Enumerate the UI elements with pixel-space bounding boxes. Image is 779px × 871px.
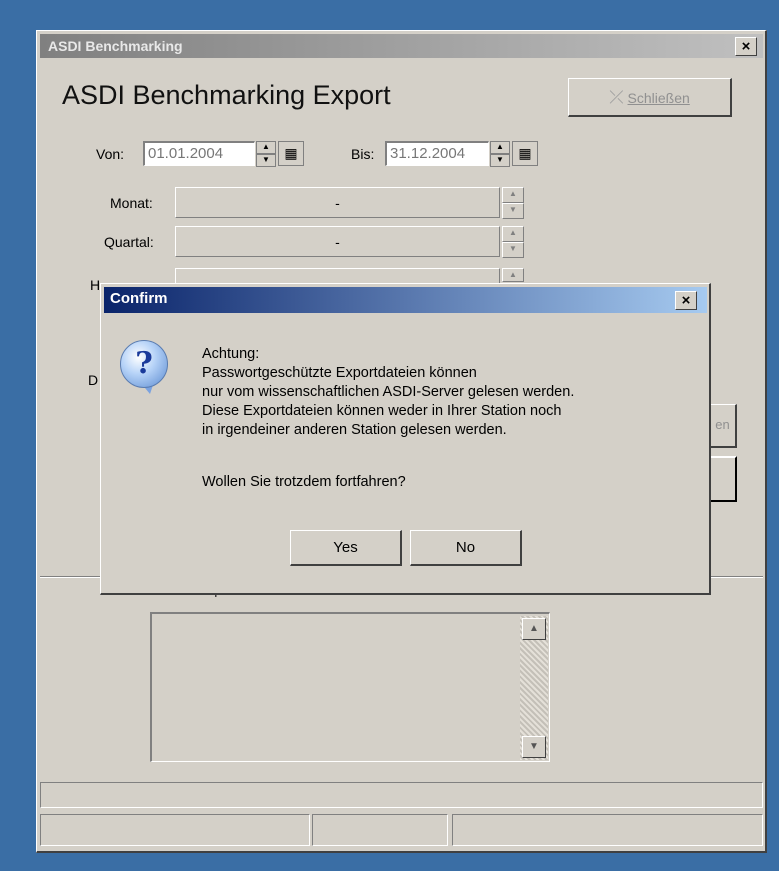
calendar-icon[interactable]: ▦ — [512, 141, 538, 166]
no-button[interactable]: No — [410, 530, 522, 566]
schliessen-button[interactable]: ⤫ Schließen — [568, 78, 732, 117]
message-line-1: Achtung: — [202, 346, 260, 362]
scroll-up-icon[interactable]: ▲ — [522, 618, 546, 640]
confirm-question: Wollen Sie trotzdem fortfahren? — [202, 474, 406, 490]
message-line-3: nur vom wissenschaftlichen ASDI-Server g… — [202, 384, 575, 400]
from-date-spinner[interactable]: ▲ ▼ — [256, 141, 276, 167]
to-label: Bis: — [351, 146, 375, 162]
month-label: Monat: — [110, 195, 153, 211]
month-spinner[interactable]: ▲ ▼ — [502, 187, 524, 219]
partial-right-button-2[interactable] — [709, 456, 737, 502]
page-title: ASDI Benchmarking Export — [62, 80, 391, 110]
main-close-icon[interactable]: × — [735, 37, 757, 56]
half-year-spinner[interactable]: ▲ — [502, 268, 524, 284]
status-bar-top — [40, 782, 763, 808]
quarter-spinner[interactable]: ▲ ▼ — [502, 226, 524, 258]
quarter-label: Quartal: — [104, 234, 154, 250]
to-date-input[interactable]: 31.12.2004 — [385, 141, 489, 166]
quarter-select[interactable]: - — [175, 226, 500, 257]
partial-right-button[interactable]: en — [709, 404, 737, 448]
calendar-icon[interactable]: ▦ — [278, 141, 304, 166]
half-year-select[interactable] — [175, 268, 500, 284]
to-date-spinner[interactable]: ▲ ▼ — [490, 141, 510, 167]
schliessen-label: Schließen — [627, 90, 690, 106]
from-date-input[interactable]: 01.01.2004 — [143, 141, 255, 166]
message-line-2: Passwortgeschützte Exportdateien können — [202, 365, 477, 381]
partial-label-h: H — [90, 277, 101, 293]
from-label: Von: — [96, 146, 125, 162]
message-line-5: in irgendeiner anderen Station gelesen w… — [202, 422, 507, 438]
yes-button[interactable]: Yes — [290, 530, 402, 566]
month-select[interactable]: - — [175, 187, 500, 218]
confirm-title: Confirm — [110, 290, 168, 307]
close-x-icon: ⤫ — [609, 87, 624, 107]
partial-right-button-label: en — [715, 417, 730, 432]
confirm-close-icon[interactable]: × — [675, 291, 697, 310]
confirm-titlebar[interactable] — [104, 287, 707, 313]
status-cell-1 — [40, 814, 310, 846]
partial-label-d: D — [88, 372, 99, 388]
status-cell-2 — [312, 814, 448, 846]
question-icon: ? — [120, 340, 168, 388]
exported-files-list[interactable] — [150, 612, 550, 762]
scroll-down-icon[interactable]: ▼ — [522, 736, 546, 758]
main-window-title: ASDI Benchmarking — [48, 38, 183, 54]
status-cell-3 — [452, 814, 763, 846]
message-line-4: Diese Exportdateien können weder in Ihre… — [202, 403, 562, 419]
